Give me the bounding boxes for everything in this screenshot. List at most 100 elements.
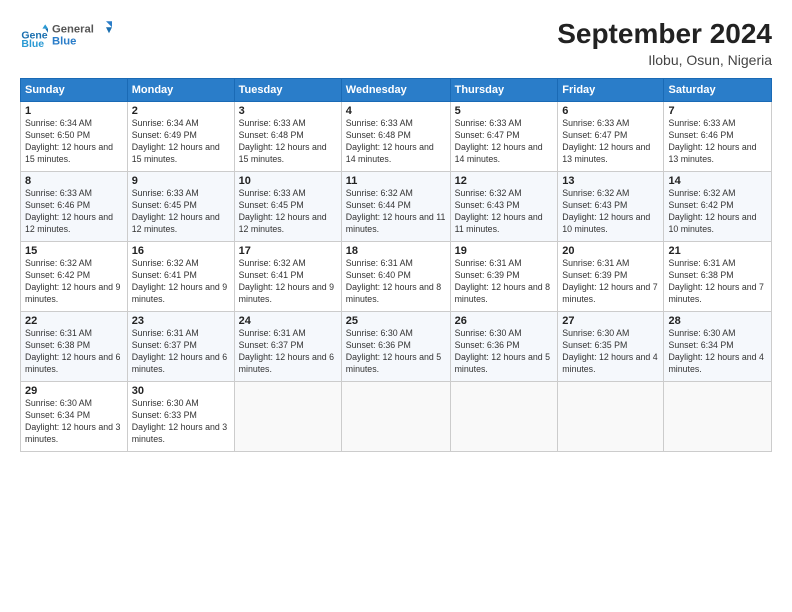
- table-row: [558, 382, 664, 452]
- day-info: Sunrise: 6:33 AMSunset: 6:47 PMDaylight:…: [455, 118, 543, 164]
- table-row: 4Sunrise: 6:33 AMSunset: 6:48 PMDaylight…: [341, 102, 450, 172]
- day-number: 25: [346, 315, 446, 327]
- day-number: 2: [132, 105, 230, 117]
- day-number: 15: [25, 245, 123, 257]
- col-sunday: Sunday: [21, 79, 128, 102]
- table-row: 14Sunrise: 6:32 AMSunset: 6:42 PMDayligh…: [664, 172, 772, 242]
- table-row: 2Sunrise: 6:34 AMSunset: 6:49 PMDaylight…: [127, 102, 234, 172]
- day-info: Sunrise: 6:33 AMSunset: 6:46 PMDaylight:…: [25, 188, 113, 234]
- day-info: Sunrise: 6:32 AMSunset: 6:43 PMDaylight:…: [562, 188, 650, 234]
- day-info: Sunrise: 6:30 AMSunset: 6:36 PMDaylight:…: [455, 328, 550, 374]
- day-number: 21: [668, 245, 767, 257]
- day-number: 4: [346, 105, 446, 117]
- table-row: 29Sunrise: 6:30 AMSunset: 6:34 PMDayligh…: [21, 382, 128, 452]
- table-row: 15Sunrise: 6:32 AMSunset: 6:42 PMDayligh…: [21, 242, 128, 312]
- day-number: 24: [239, 315, 337, 327]
- table-row: 25Sunrise: 6:30 AMSunset: 6:36 PMDayligh…: [341, 312, 450, 382]
- table-row: 20Sunrise: 6:31 AMSunset: 6:39 PMDayligh…: [558, 242, 664, 312]
- day-info: Sunrise: 6:31 AMSunset: 6:37 PMDaylight:…: [132, 328, 227, 374]
- table-row: 8Sunrise: 6:33 AMSunset: 6:46 PMDaylight…: [21, 172, 128, 242]
- day-number: 30: [132, 385, 230, 397]
- col-tuesday: Tuesday: [234, 79, 341, 102]
- day-number: 20: [562, 245, 659, 257]
- day-info: Sunrise: 6:30 AMSunset: 6:34 PMDaylight:…: [668, 328, 763, 374]
- day-number: 23: [132, 315, 230, 327]
- title-block: September 2024 Ilobu, Osun, Nigeria: [557, 18, 772, 68]
- day-number: 28: [668, 315, 767, 327]
- calendar-week-4: 22Sunrise: 6:31 AMSunset: 6:38 PMDayligh…: [21, 312, 772, 382]
- day-info: Sunrise: 6:33 AMSunset: 6:48 PMDaylight:…: [346, 118, 434, 164]
- day-info: Sunrise: 6:30 AMSunset: 6:33 PMDaylight:…: [132, 398, 227, 444]
- day-info: Sunrise: 6:31 AMSunset: 6:38 PMDaylight:…: [668, 258, 763, 304]
- col-thursday: Thursday: [450, 79, 558, 102]
- col-monday: Monday: [127, 79, 234, 102]
- day-info: Sunrise: 6:30 AMSunset: 6:35 PMDaylight:…: [562, 328, 657, 374]
- calendar-week-5: 29Sunrise: 6:30 AMSunset: 6:34 PMDayligh…: [21, 382, 772, 452]
- day-number: 13: [562, 175, 659, 187]
- table-row: [450, 382, 558, 452]
- table-row: 1Sunrise: 6:34 AMSunset: 6:50 PMDaylight…: [21, 102, 128, 172]
- day-info: Sunrise: 6:31 AMSunset: 6:39 PMDaylight:…: [562, 258, 657, 304]
- day-info: Sunrise: 6:31 AMSunset: 6:37 PMDaylight:…: [239, 328, 334, 374]
- day-number: 22: [25, 315, 123, 327]
- day-number: 10: [239, 175, 337, 187]
- day-number: 8: [25, 175, 123, 187]
- day-number: 26: [455, 315, 554, 327]
- table-row: 30Sunrise: 6:30 AMSunset: 6:33 PMDayligh…: [127, 382, 234, 452]
- table-row: 28Sunrise: 6:30 AMSunset: 6:34 PMDayligh…: [664, 312, 772, 382]
- table-row: 23Sunrise: 6:31 AMSunset: 6:37 PMDayligh…: [127, 312, 234, 382]
- table-row: 13Sunrise: 6:32 AMSunset: 6:43 PMDayligh…: [558, 172, 664, 242]
- day-number: 6: [562, 105, 659, 117]
- table-row: 11Sunrise: 6:32 AMSunset: 6:44 PMDayligh…: [341, 172, 450, 242]
- logo: General Blue General Blue: [20, 18, 112, 55]
- day-info: Sunrise: 6:32 AMSunset: 6:42 PMDaylight:…: [668, 188, 756, 234]
- table-row: 3Sunrise: 6:33 AMSunset: 6:48 PMDaylight…: [234, 102, 341, 172]
- col-friday: Friday: [558, 79, 664, 102]
- day-info: Sunrise: 6:33 AMSunset: 6:46 PMDaylight:…: [668, 118, 756, 164]
- table-row: 16Sunrise: 6:32 AMSunset: 6:41 PMDayligh…: [127, 242, 234, 312]
- table-row: 19Sunrise: 6:31 AMSunset: 6:39 PMDayligh…: [450, 242, 558, 312]
- col-wednesday: Wednesday: [341, 79, 450, 102]
- day-info: Sunrise: 6:34 AMSunset: 6:50 PMDaylight:…: [25, 118, 113, 164]
- day-info: Sunrise: 6:32 AMSunset: 6:44 PMDaylight:…: [346, 188, 446, 234]
- day-info: Sunrise: 6:33 AMSunset: 6:45 PMDaylight:…: [239, 188, 327, 234]
- page: General Blue General Blue September 2024…: [0, 0, 792, 612]
- day-info: Sunrise: 6:30 AMSunset: 6:34 PMDaylight:…: [25, 398, 120, 444]
- day-number: 29: [25, 385, 123, 397]
- day-info: Sunrise: 6:31 AMSunset: 6:38 PMDaylight:…: [25, 328, 120, 374]
- table-row: 17Sunrise: 6:32 AMSunset: 6:41 PMDayligh…: [234, 242, 341, 312]
- general-blue-logo: General Blue: [52, 18, 112, 50]
- table-row: 27Sunrise: 6:30 AMSunset: 6:35 PMDayligh…: [558, 312, 664, 382]
- table-row: 9Sunrise: 6:33 AMSunset: 6:45 PMDaylight…: [127, 172, 234, 242]
- calendar-week-2: 8Sunrise: 6:33 AMSunset: 6:46 PMDaylight…: [21, 172, 772, 242]
- day-info: Sunrise: 6:32 AMSunset: 6:43 PMDaylight:…: [455, 188, 543, 234]
- subtitle: Ilobu, Osun, Nigeria: [557, 52, 772, 68]
- day-info: Sunrise: 6:34 AMSunset: 6:49 PMDaylight:…: [132, 118, 220, 164]
- table-row: 7Sunrise: 6:33 AMSunset: 6:46 PMDaylight…: [664, 102, 772, 172]
- day-number: 12: [455, 175, 554, 187]
- calendar-table: Sunday Monday Tuesday Wednesday Thursday…: [20, 78, 772, 452]
- day-info: Sunrise: 6:33 AMSunset: 6:47 PMDaylight:…: [562, 118, 650, 164]
- col-saturday: Saturday: [664, 79, 772, 102]
- table-row: [664, 382, 772, 452]
- table-row: 6Sunrise: 6:33 AMSunset: 6:47 PMDaylight…: [558, 102, 664, 172]
- day-number: 17: [239, 245, 337, 257]
- table-row: 24Sunrise: 6:31 AMSunset: 6:37 PMDayligh…: [234, 312, 341, 382]
- table-row: 21Sunrise: 6:31 AMSunset: 6:38 PMDayligh…: [664, 242, 772, 312]
- table-row: [341, 382, 450, 452]
- day-number: 27: [562, 315, 659, 327]
- day-info: Sunrise: 6:31 AMSunset: 6:40 PMDaylight:…: [346, 258, 441, 304]
- svg-text:General: General: [52, 24, 94, 36]
- table-row: [234, 382, 341, 452]
- day-number: 3: [239, 105, 337, 117]
- table-row: 12Sunrise: 6:32 AMSunset: 6:43 PMDayligh…: [450, 172, 558, 242]
- calendar-week-1: 1Sunrise: 6:34 AMSunset: 6:50 PMDaylight…: [21, 102, 772, 172]
- day-number: 9: [132, 175, 230, 187]
- day-info: Sunrise: 6:33 AMSunset: 6:48 PMDaylight:…: [239, 118, 327, 164]
- day-info: Sunrise: 6:30 AMSunset: 6:36 PMDaylight:…: [346, 328, 441, 374]
- day-number: 19: [455, 245, 554, 257]
- calendar-week-3: 15Sunrise: 6:32 AMSunset: 6:42 PMDayligh…: [21, 242, 772, 312]
- table-row: 22Sunrise: 6:31 AMSunset: 6:38 PMDayligh…: [21, 312, 128, 382]
- header: General Blue General Blue September 2024…: [20, 18, 772, 68]
- table-row: 10Sunrise: 6:33 AMSunset: 6:45 PMDayligh…: [234, 172, 341, 242]
